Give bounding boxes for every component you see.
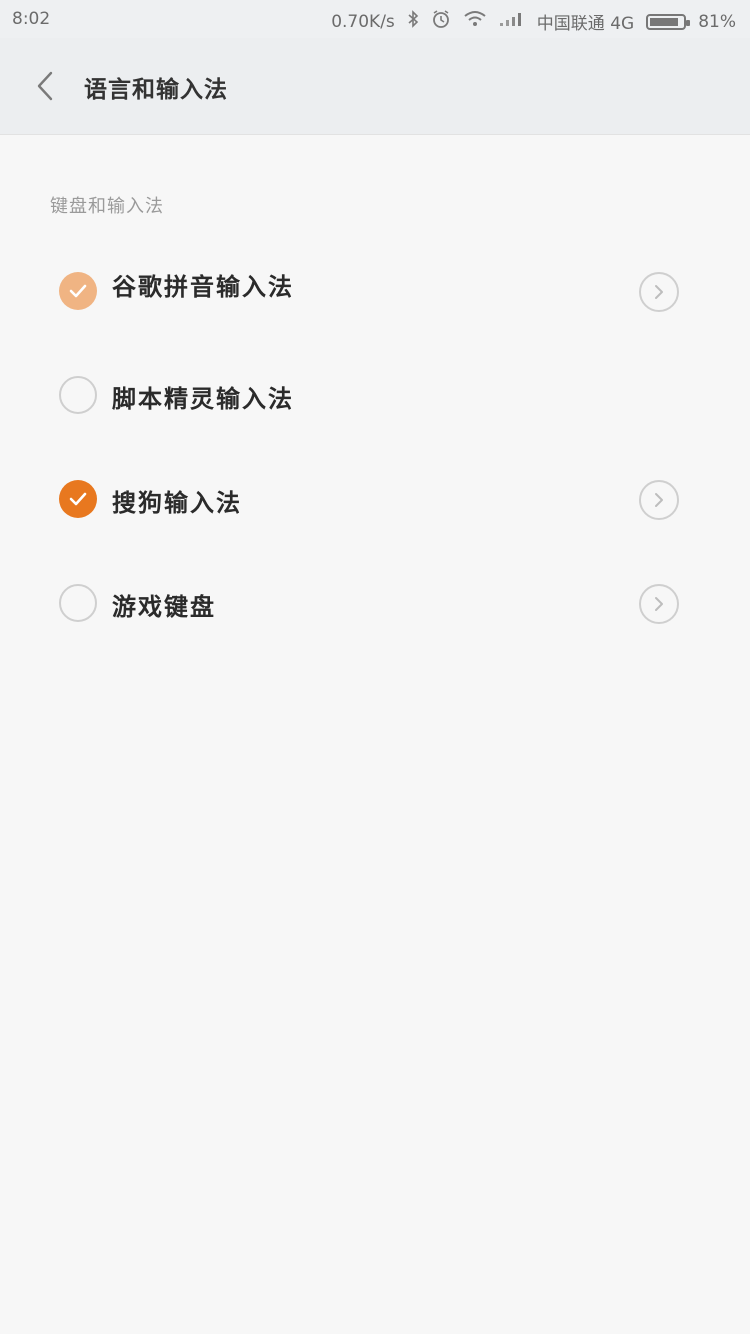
input-method-label: 游戏键盘 xyxy=(112,593,216,621)
chevron-right-icon xyxy=(655,597,663,611)
input-method-row-sogou[interactable]: 搜狗输入法 xyxy=(0,446,750,550)
alarm-icon xyxy=(431,9,451,34)
check-icon xyxy=(69,284,87,298)
network-speed: 0.70K/s xyxy=(331,11,395,32)
settings-button-sogou[interactable] xyxy=(639,480,679,520)
status-right: 0.70K/s 中国联通 4G 81% xyxy=(331,9,736,34)
input-method-row-script-sprite[interactable]: 脚本精灵输入法 xyxy=(0,342,750,446)
signal-icon xyxy=(499,11,525,32)
section-label: 键盘和输入法 xyxy=(50,196,164,217)
chevron-right-icon xyxy=(655,285,663,299)
battery-icon xyxy=(646,13,691,30)
checkbox-game-keyboard[interactable] xyxy=(59,584,97,622)
bluetooth-icon xyxy=(407,10,419,33)
checkbox-sogou[interactable] xyxy=(59,480,97,518)
page-title: 语言和输入法 xyxy=(84,77,228,103)
battery-percent: 81% xyxy=(698,11,736,32)
chevron-right-icon xyxy=(655,493,663,507)
app-header: 语言和输入法 xyxy=(0,38,750,135)
wifi-icon xyxy=(463,10,487,33)
input-method-row-game-keyboard[interactable]: 游戏键盘 xyxy=(0,550,750,654)
settings-button-game-keyboard[interactable] xyxy=(639,584,679,624)
carrier-label: 中国联通 4G xyxy=(536,14,635,34)
input-method-label: 谷歌拼音输入法 xyxy=(112,273,294,301)
status-time: 8:02 xyxy=(12,9,51,29)
checkbox-script-sprite[interactable] xyxy=(59,376,97,414)
checkbox-google-pinyin[interactable] xyxy=(59,272,97,310)
input-method-label: 脚本精灵输入法 xyxy=(112,385,294,413)
back-button[interactable] xyxy=(30,68,60,104)
settings-button-google-pinyin[interactable] xyxy=(639,272,679,312)
back-arrow-icon xyxy=(37,71,53,101)
status-bar: 8:02 0.70K/s 中国联通 4G 81% xyxy=(0,0,750,38)
check-icon xyxy=(69,492,87,506)
input-method-label: 搜狗输入法 xyxy=(112,489,242,517)
input-method-row-google-pinyin[interactable]: 谷歌拼音输入法 xyxy=(0,238,750,342)
